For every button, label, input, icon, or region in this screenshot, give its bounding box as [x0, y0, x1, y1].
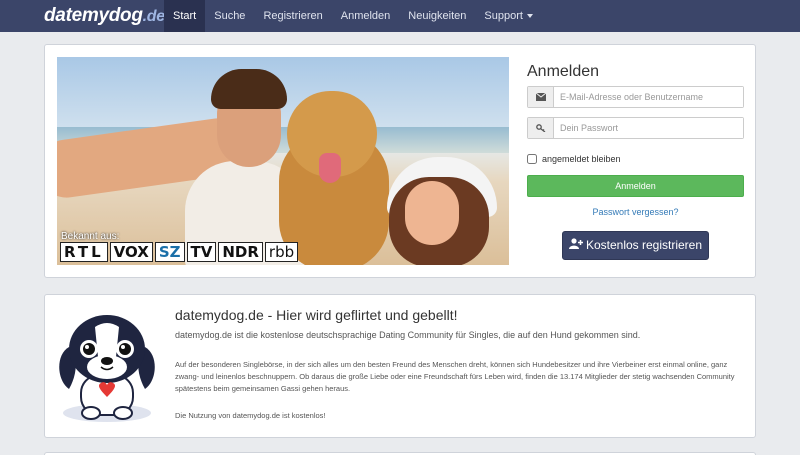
logo-rbb: rbb	[264, 242, 299, 262]
nav-start[interactable]: Start	[164, 0, 206, 32]
register-button-label: Kostenlos registrieren	[585, 238, 703, 252]
caret-down-icon	[526, 14, 533, 19]
password-field-group	[527, 117, 744, 139]
brand-name[interactable]: datemydog	[44, 5, 143, 26]
forgot-password-link[interactable]: Passwort vergessen?	[527, 207, 744, 217]
about-body: Auf der besonderen Singlebörse, in der s…	[175, 360, 735, 393]
hero-login-panel: Bekannt aus: RTL VOX SZ TV NDR rbb Anmel…	[44, 44, 756, 278]
known-from-label: Bekannt aus:	[61, 231, 120, 242]
email-field-group	[527, 86, 744, 108]
nav-registrieren[interactable]: Registrieren	[254, 0, 331, 32]
nav-support-label: Support	[484, 10, 523, 22]
dog-mascot-icon	[59, 315, 155, 422]
media-logos: RTL VOX SZ TV NDR rbb	[60, 242, 299, 262]
password-input[interactable]	[554, 118, 743, 138]
brand-tld[interactable]: .de	[143, 8, 166, 25]
top-navbar: datemydog.de Start Suche Registrieren An…	[0, 0, 800, 32]
logo-tv: TV	[186, 242, 217, 262]
hero-image: Bekannt aus: RTL VOX SZ TV NDR rbb	[57, 57, 509, 265]
hero-woman-face	[405, 181, 459, 245]
remember-me-label: angemeldet bleiben	[542, 154, 621, 164]
about-lead: datemydog.de ist die kostenlose deutschs…	[175, 330, 641, 340]
envelope-icon	[528, 87, 554, 107]
login-title: Anmelden	[527, 63, 600, 80]
email-input[interactable]	[554, 87, 743, 107]
add-user-icon	[568, 232, 583, 259]
nav-support-dropdown[interactable]: Support	[475, 0, 542, 32]
remember-me-checkbox[interactable]	[527, 154, 537, 164]
logo-rtl: RTL	[60, 242, 108, 262]
remember-me[interactable]: angemeldet bleiben	[527, 154, 621, 164]
nav-neuigkeiten[interactable]: Neuigkeiten	[399, 0, 475, 32]
logo-ndr: NDR	[218, 242, 263, 262]
brand-logo[interactable]: datemydog.de	[44, 5, 165, 27]
hero-man-hair	[211, 69, 287, 109]
nav-anmelden[interactable]: Anmelden	[332, 0, 400, 32]
nav-suche[interactable]: Suche	[205, 0, 254, 32]
register-button[interactable]: Kostenlos registrieren	[562, 231, 709, 260]
about-free-note: Die Nutzung von datemydog.de ist kostenl…	[175, 411, 326, 420]
about-title: datemydog.de - Hier wird geflirtet und g…	[175, 307, 458, 323]
about-panel: datemydog.de - Hier wird geflirtet und g…	[44, 294, 756, 438]
logo-sz: SZ	[154, 242, 185, 262]
main-nav: Start Suche Registrieren Anmelden Neuigk…	[164, 0, 542, 32]
key-icon	[528, 118, 554, 138]
login-button[interactable]: Anmelden	[527, 175, 744, 197]
hero-dog-tongue	[319, 153, 341, 183]
logo-vox: VOX	[109, 242, 153, 262]
